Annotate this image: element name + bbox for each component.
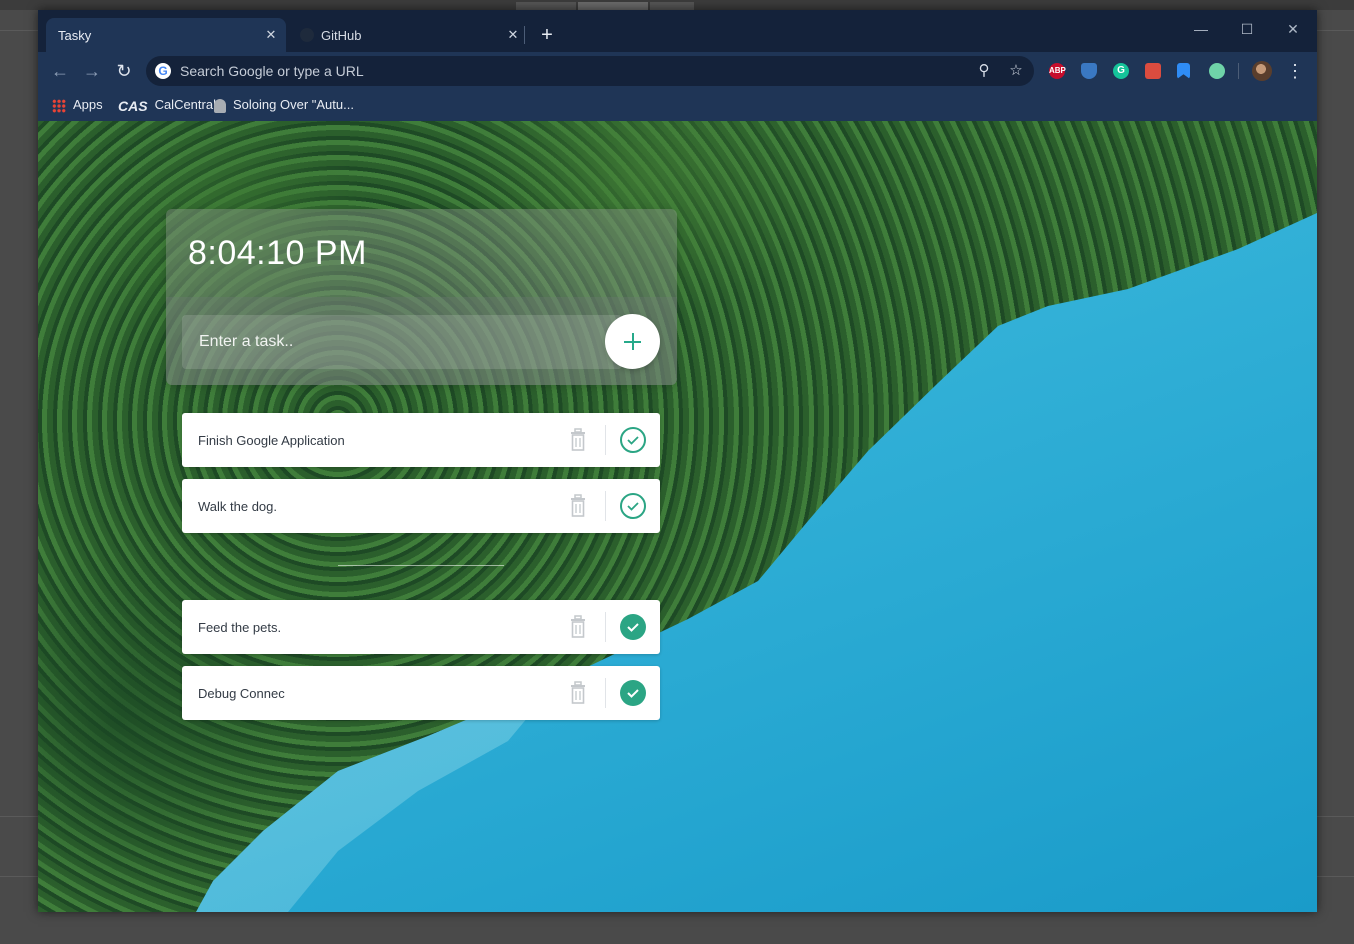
task-input[interactable]: [182, 315, 622, 369]
close-tab-icon[interactable]: ✕: [262, 26, 280, 44]
trash-icon[interactable]: [569, 428, 587, 452]
task-item: Feed the pets.: [182, 600, 660, 654]
checkmark-icon: [627, 436, 639, 445]
zoom-icon[interactable]: ⚲: [974, 61, 994, 81]
task-text: Walk the dog.: [198, 499, 278, 514]
todoist-icon[interactable]: [1145, 63, 1161, 79]
reload-button[interactable]: ↻: [112, 59, 136, 83]
tab-tasky[interactable]: Tasky ✕: [46, 18, 286, 52]
close-tab-icon[interactable]: ✕: [504, 26, 522, 44]
github-icon: [300, 28, 314, 42]
desktop-tab-stub: [578, 2, 648, 10]
task-separator: [605, 425, 606, 455]
task-separator: [605, 678, 606, 708]
tab-title: Tasky: [58, 28, 92, 43]
bookmark-label: Apps: [73, 97, 103, 112]
maximize-button[interactable]: ☐: [1224, 14, 1270, 44]
forward-button[interactable]: →: [80, 59, 104, 83]
omnibox[interactable]: G Search Google or type a URL ⚲ ☆: [146, 56, 1034, 86]
google-icon: G: [155, 63, 171, 79]
adblock-plus-icon[interactable]: ABP: [1049, 63, 1066, 79]
clock-card: 8:04:10 PM: [166, 209, 677, 385]
tab-title: GitHub: [321, 28, 362, 43]
tasky-page: 8:04:10 PM Finish Google Application Wal…: [38, 121, 1317, 912]
add-task-button[interactable]: [605, 314, 660, 369]
menu-icon[interactable]: ⋮: [1285, 59, 1305, 83]
page-icon: [214, 98, 226, 113]
bookmarks-bar: Apps CAS CalCentral Soloing Over "Autu...: [38, 90, 1317, 121]
task-text: Debug Connec: [198, 686, 285, 701]
bookmark-soloing[interactable]: Soloing Over "Autu...: [214, 97, 354, 113]
tab-separator: [524, 26, 525, 44]
profile-avatar[interactable]: [1252, 61, 1272, 81]
shield-extension-icon[interactable]: [1081, 63, 1097, 79]
bookmark-extension-icon[interactable]: [1177, 63, 1190, 79]
clock-display: 8:04:10 PM: [188, 234, 367, 272]
minimize-button[interactable]: —: [1178, 14, 1224, 44]
apps-grid-icon: [52, 98, 66, 113]
tab-strip: Tasky ✕ GitHub ✕ + — ☐ ✕: [38, 10, 1317, 52]
bookmark-apps[interactable]: Apps: [52, 97, 103, 113]
close-window-button[interactable]: ✕: [1270, 14, 1316, 44]
trash-icon[interactable]: [569, 681, 587, 705]
circle-extension-icon[interactable]: [1209, 63, 1225, 79]
uncomplete-task-button[interactable]: [620, 614, 646, 640]
browser-toolbar: ← → ↻ G Search Google or type a URL ⚲ ☆ …: [38, 52, 1317, 90]
uncomplete-task-button[interactable]: [620, 680, 646, 706]
omnibox-placeholder: Search Google or type a URL: [180, 63, 364, 79]
task-item: Walk the dog.: [182, 479, 660, 533]
task-separator: [605, 612, 606, 642]
desktop-taskbar-strip: [0, 0, 1354, 10]
star-icon[interactable]: ☆: [1006, 61, 1026, 81]
grammarly-icon[interactable]: G: [1113, 63, 1129, 79]
browser-window: Tasky ✕ GitHub ✕ + — ☐ ✕ ← → ↻ G Search …: [38, 10, 1317, 912]
trash-icon[interactable]: [569, 494, 587, 518]
task-item: Debug Connec: [182, 666, 660, 720]
task-text: Finish Google Application: [198, 433, 345, 448]
back-button[interactable]: ←: [48, 59, 72, 83]
desktop-tab-stub: [516, 2, 576, 10]
bookmark-label: CalCentral: [154, 97, 216, 112]
tab-github[interactable]: GitHub ✕: [288, 18, 528, 52]
checkmark-icon: [627, 689, 639, 698]
desktop-tab-stub: [650, 2, 694, 10]
bookmark-label: Soloing Over "Autu...: [233, 97, 354, 112]
trash-icon[interactable]: [569, 615, 587, 639]
complete-task-button[interactable]: [620, 493, 646, 519]
task-separator: [605, 491, 606, 521]
new-tab-button[interactable]: +: [535, 24, 559, 48]
toolbar-separator: [1238, 63, 1239, 79]
task-item: Finish Google Application: [182, 413, 660, 467]
cas-logo-icon: CAS: [118, 97, 148, 114]
complete-task-button[interactable]: [620, 427, 646, 453]
bookmark-calcentral[interactable]: CAS CalCentral: [118, 97, 216, 114]
task-text: Feed the pets.: [198, 620, 282, 635]
checkmark-icon: [627, 502, 639, 511]
checkmark-icon: [627, 623, 639, 632]
completed-divider: [338, 565, 504, 566]
